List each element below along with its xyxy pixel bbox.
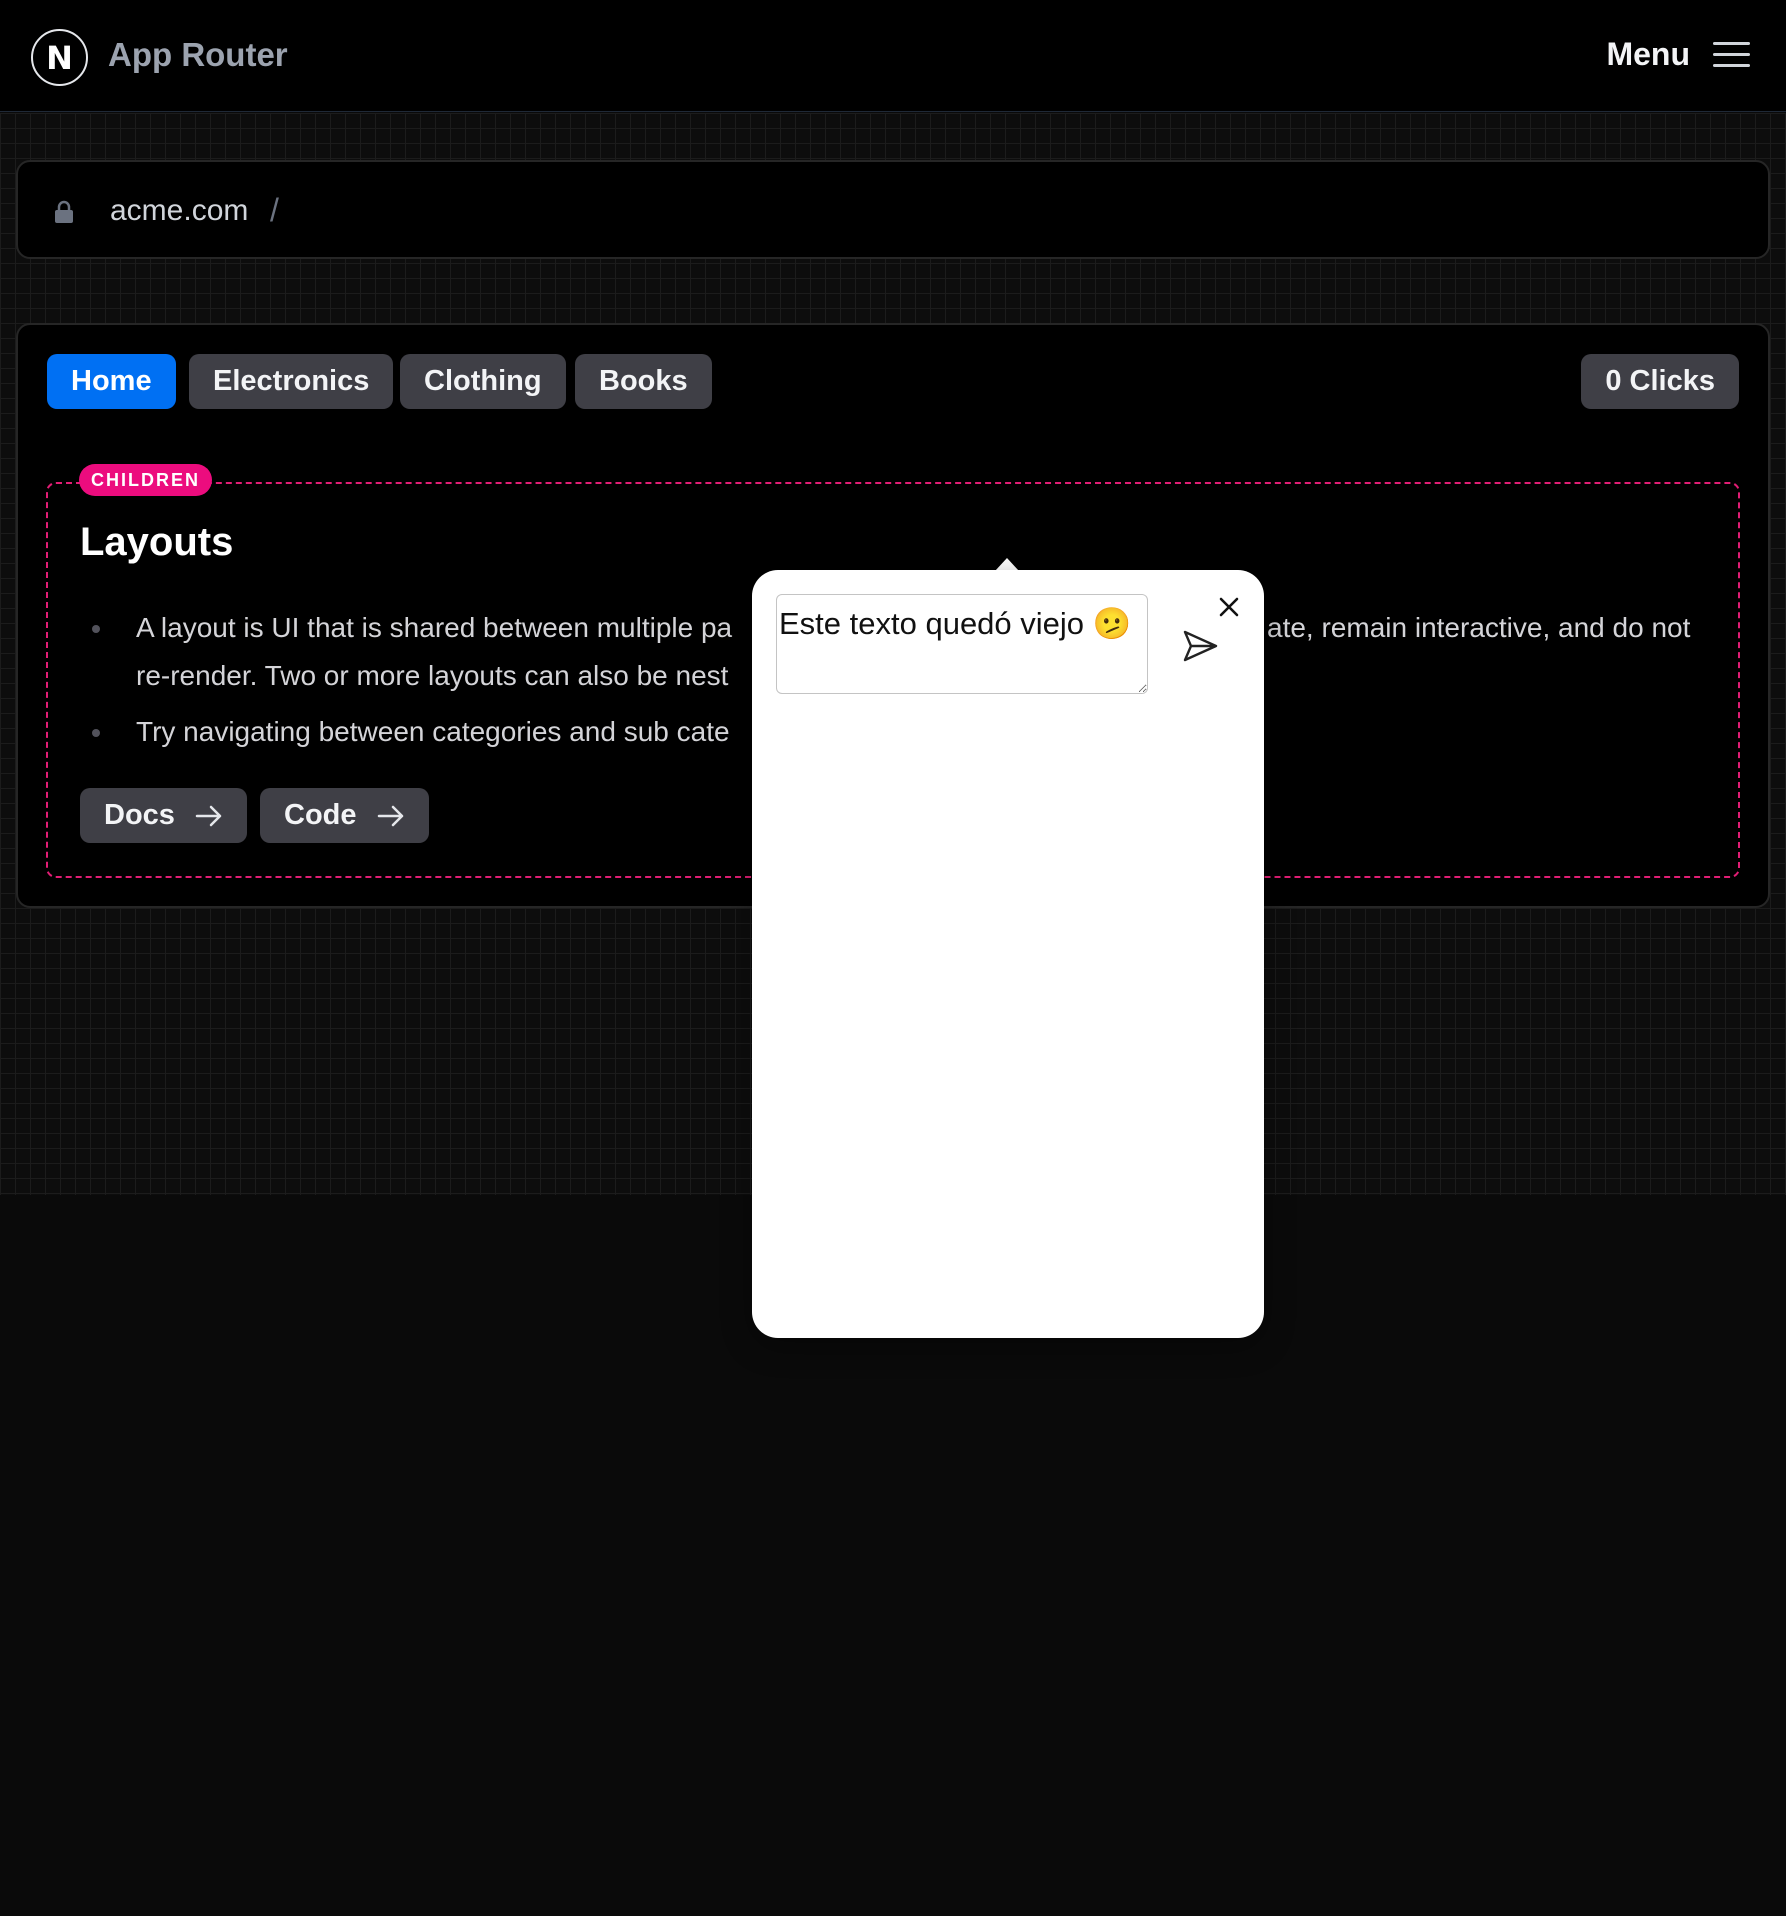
page-title: Layouts <box>80 520 234 564</box>
menu-button-label[interactable]: Menu <box>1606 36 1690 73</box>
tab-home[interactable]: Home <box>47 354 176 409</box>
code-link-label: Code <box>284 799 357 831</box>
url-domain: acme.com <box>110 194 249 227</box>
docs-link-label: Docs <box>104 799 175 831</box>
app-title[interactable]: App Router <box>108 36 288 74</box>
hamburger-menu-icon[interactable] <box>1713 42 1750 68</box>
arrow-right-icon <box>377 805 403 826</box>
comment-popup: Este texto quedó viejo 🫤 <box>752 570 1264 1338</box>
docs-link-button[interactable]: Docs <box>80 788 247 843</box>
nextjs-logo-icon[interactable]: N <box>31 29 88 86</box>
top-navbar: N App Router Menu <box>0 0 1786 112</box>
send-icon[interactable] <box>1180 626 1220 666</box>
tab-electronics[interactable]: Electronics <box>189 354 394 409</box>
list-item-text: Try navigating between categories and su… <box>136 716 730 747</box>
list-item-text-continued: re-render. Two or more layouts can also … <box>136 660 729 691</box>
lock-icon <box>55 200 73 223</box>
address-bar: acme.com / <box>16 160 1770 259</box>
close-icon[interactable] <box>1214 592 1244 622</box>
tab-books[interactable]: Books <box>575 354 712 409</box>
list-item-text-right: ate, remain interactive, and do not <box>1267 612 1691 643</box>
children-badge: CHILDREN <box>79 464 212 496</box>
url-separator: / <box>270 192 279 228</box>
comment-textarea[interactable]: Este texto quedó viejo 🫤 <box>776 594 1148 694</box>
list-item-text-left: A layout is UI that is shared between mu… <box>136 612 733 643</box>
code-link-button[interactable]: Code <box>260 788 429 843</box>
arrow-right-icon <box>195 805 222 826</box>
clicks-counter-button[interactable]: 0 Clicks <box>1581 354 1739 409</box>
tab-clothing[interactable]: Clothing <box>400 354 566 409</box>
